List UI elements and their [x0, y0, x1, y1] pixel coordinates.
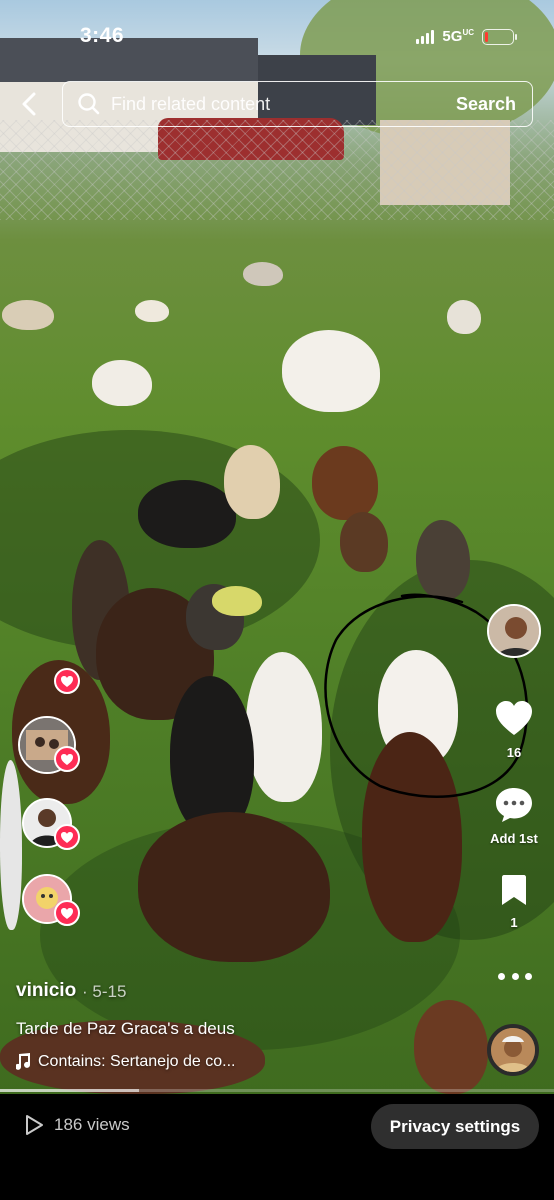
network-type: 5GUC — [442, 28, 474, 45]
bottom-bar: 186 views Privacy settings — [0, 1094, 554, 1200]
comment-icon — [496, 788, 532, 822]
bookmark-icon — [502, 875, 526, 905]
signal-icon — [416, 29, 435, 44]
back-arrow-icon — [22, 92, 36, 116]
comment-label: Add 1st — [490, 831, 538, 846]
circle-annotation — [324, 593, 529, 799]
status-indicators: 5GUC — [416, 28, 517, 45]
comment-button[interactable]: Add 1st — [484, 786, 544, 846]
network-label: 5G — [442, 28, 463, 45]
heart-icon — [61, 753, 73, 765]
search-input[interactable]: Find related content Search — [62, 81, 533, 127]
video-progress-fill — [0, 1089, 139, 1092]
post-caption[interactable]: Tarde de Paz Graca's a deus — [16, 1019, 235, 1039]
favorite-count: 1 — [510, 915, 518, 930]
search-icon — [78, 93, 100, 115]
play-icon — [26, 1115, 43, 1135]
music-info[interactable]: Contains: Sertanejo de co... — [16, 1053, 235, 1071]
music-disc-image — [491, 1028, 535, 1072]
heart-icon — [61, 675, 73, 687]
post-username[interactable]: vinicio — [16, 980, 76, 1002]
back-button[interactable] — [16, 90, 44, 118]
floating-heart-badge — [54, 668, 80, 694]
network-superscript: UC — [462, 28, 474, 37]
like-button[interactable]: 16 — [484, 700, 544, 760]
view-count-label: 186 views — [54, 1115, 130, 1134]
music-note-icon — [16, 1053, 31, 1070]
reaction-avatar[interactable] — [22, 798, 80, 850]
like-count: 16 — [506, 745, 522, 760]
view-count: 186 views — [24, 1114, 130, 1136]
favorite-button[interactable]: 1 — [484, 872, 544, 930]
search-placeholder: Find related content — [111, 93, 271, 114]
heart-badge — [54, 824, 80, 850]
video-frame[interactable] — [0, 0, 554, 1094]
music-title: Contains: Sertanejo de co... — [38, 1053, 236, 1070]
heart-icon — [61, 831, 73, 843]
heart-badge — [54, 746, 80, 772]
search-button[interactable]: Search — [456, 94, 516, 115]
heart-icon — [496, 701, 532, 735]
post-date: · 5-15 — [82, 982, 127, 1001]
reaction-avatar[interactable] — [18, 716, 80, 774]
battery-icon — [482, 28, 517, 45]
heart-icon — [61, 907, 73, 919]
creator-avatar[interactable] — [487, 604, 541, 658]
video-progress-bar[interactable] — [0, 1089, 554, 1092]
battery-level — [485, 31, 489, 42]
music-disc[interactable] — [487, 1024, 539, 1076]
heart-badge — [54, 900, 80, 926]
reaction-avatar[interactable] — [22, 874, 80, 926]
status-time: 3:46 — [80, 24, 125, 47]
privacy-settings-button[interactable]: Privacy settings — [371, 1104, 539, 1149]
more-icon[interactable] — [498, 966, 532, 986]
